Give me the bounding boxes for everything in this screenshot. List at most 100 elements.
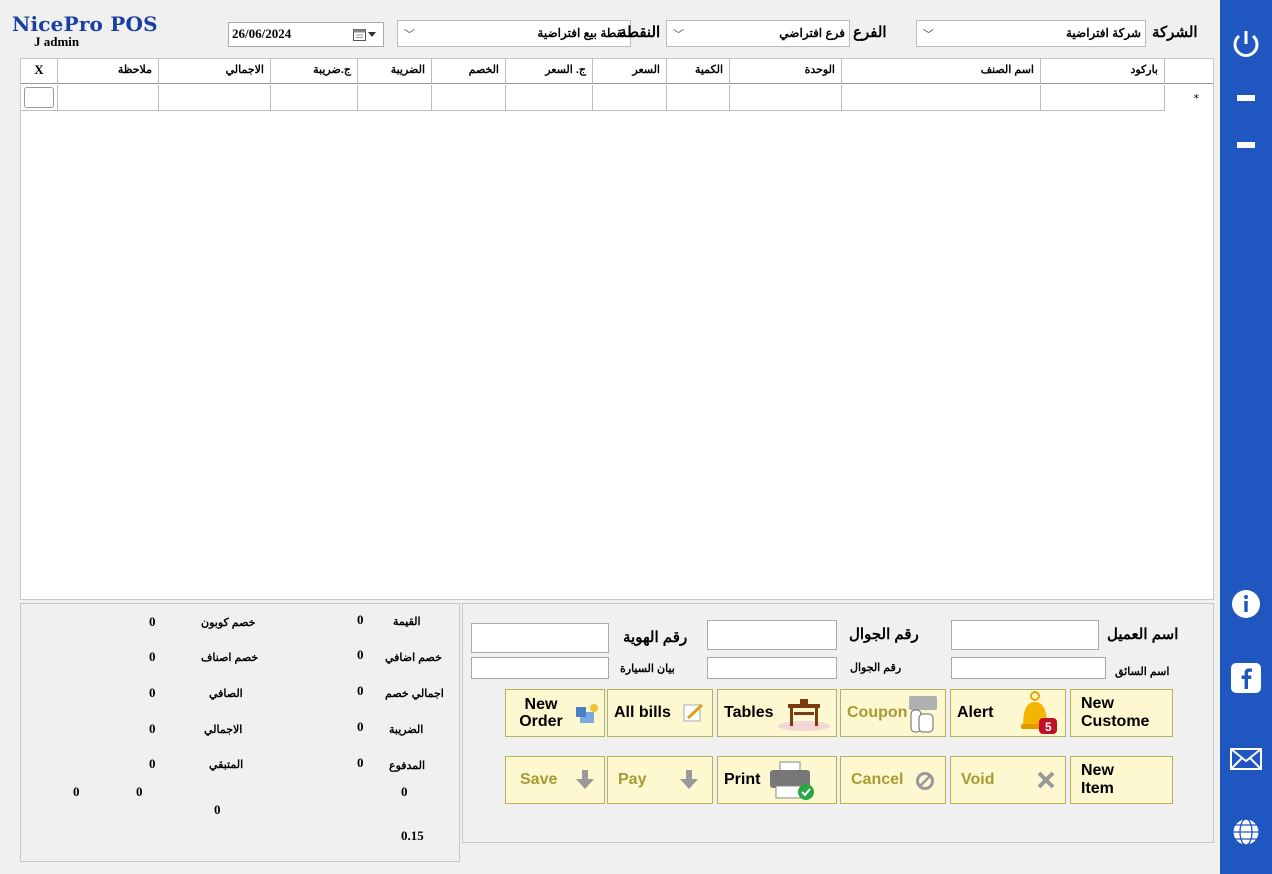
calendar-icon [353,28,366,41]
driver-name-input[interactable] [951,657,1106,679]
calendar-dropdown[interactable] [353,26,379,43]
totals-panel: خصم كوبون 0 خصم اصناف 0 الصافي 0 الاجمال… [20,603,460,862]
minimize-icon[interactable] [1237,95,1255,101]
col-unit[interactable]: الوحدة [729,59,841,84]
delete-row-button[interactable] [24,87,54,108]
row-total-cell[interactable] [158,85,270,111]
new-order-button[interactable]: New Order [505,689,605,737]
date-picker[interactable]: 26/06/2024 [228,22,384,47]
new-order-icon [576,704,598,723]
arrow-down-icon [576,770,594,789]
new-customer-button[interactable]: New Custome [1070,689,1173,737]
remaining-label: المتبقي [209,759,244,771]
net-label: الصافي [209,688,243,700]
col-note[interactable]: ملاحظة [57,59,158,84]
chevron-down-icon: ﹀ [673,28,684,41]
facebook-icon[interactable] [1226,658,1266,698]
customer-panel: رقم الهوية رقم الجوال اسم العميل بيان ال… [462,603,1214,843]
customer-name-input[interactable] [951,620,1099,650]
tax-rate-value: 0.15 [401,828,424,843]
save-button[interactable]: Save [505,756,605,804]
cancel-button[interactable]: Cancel [840,756,946,804]
col-quantity[interactable]: الكمية [666,59,729,84]
col-price-total[interactable]: ج. السعر [505,59,592,84]
col-discount[interactable]: الخصم [431,59,505,84]
total-value: 0 [149,721,156,736]
driver-mobile-input[interactable] [707,657,837,679]
printer-check-icon [770,761,814,800]
col-total[interactable]: الاجمالي [158,59,270,84]
tables-button[interactable]: Tables [717,689,837,737]
row-barcode-cell[interactable] [1040,85,1164,111]
mail-icon[interactable] [1226,739,1266,779]
total-discount-label: اجمالي خصم [385,688,444,700]
row-unit-cell[interactable] [729,85,841,111]
chevron-down-icon: ﹀ [923,28,934,41]
print-label: Print [724,771,761,788]
col-barcode[interactable]: باركود [1040,59,1164,84]
grid-header: X ملاحظة الاجمالي ج.ضريبة الضريبة الخصم … [21,59,1213,84]
coupon-hand-icon [909,696,937,733]
row-note-cell[interactable] [57,85,158,111]
car-info-label: بيان السيارة [620,663,675,675]
row-discount-cell[interactable] [431,85,505,111]
col-delete[interactable]: X [21,59,57,84]
new-customer-label: New Custome [1081,695,1150,730]
total-discount-value: 0 [357,683,364,698]
car-info-input[interactable] [471,657,609,679]
pay-button[interactable]: Pay [607,756,713,804]
company-select[interactable]: ﹀ شركة افتراضية [916,20,1146,47]
bell-icon [1021,691,1057,734]
row-tax-total-cell[interactable] [270,85,357,111]
id-number-input[interactable] [471,623,609,653]
extra-discount-value: 0 [357,647,364,662]
mobile-label: رقم الجوال [849,626,919,643]
row-price-total-cell[interactable] [505,85,592,111]
coupon-button[interactable]: Coupon [840,689,946,737]
app-logo: NicePro POS [12,12,158,36]
pos-label: النقطة [619,24,661,41]
extra-discount-label: خصم اضافي [385,652,442,664]
row-tax-cell[interactable] [357,85,431,111]
col-tax-total[interactable]: ج.ضريبة [270,59,357,84]
void-button[interactable]: Void [950,756,1066,804]
close-x-icon [1037,771,1055,789]
alert-button[interactable]: Alert 5 [950,689,1066,737]
branch-value: فرع افتراضي [779,26,845,40]
pos-value: نقطة بيع افتراضية [537,26,626,40]
new-item-button[interactable]: New Item [1070,756,1173,804]
branch-select[interactable]: ﹀ فرع افتراضي [666,20,850,47]
driver-name-label: اسم السائق [1115,666,1170,678]
cancel-circle-icon [916,772,934,790]
col-row-header [1164,59,1215,84]
row-price-cell[interactable] [592,85,666,111]
col-item-name[interactable]: اسم الصنف [841,59,1040,84]
coupon-discount-value: 0 [149,614,156,629]
pay-label: Pay [618,771,647,788]
info-icon[interactable] [1226,584,1266,624]
arrow-down-icon [680,770,698,789]
driver-mobile-label: رقم الجوال [850,662,902,674]
alert-label: Alert [957,704,994,721]
misc-value-c: 0 [214,802,221,817]
col-price[interactable]: السعر [592,59,666,84]
all-bills-button[interactable]: All bills [607,689,713,737]
caret-down-icon [368,31,376,37]
new-order-label: New Order [519,696,563,730]
items-grid[interactable]: X ملاحظة الاجمالي ج.ضريبة الضريبة الخصم … [20,58,1214,600]
col-tax[interactable]: الضريبة [357,59,431,84]
row-header-cell [1164,85,1215,111]
pos-select[interactable]: ﹀ نقطة بيع افتراضية [397,20,631,47]
mobile-input[interactable] [707,620,837,650]
power-icon[interactable] [1226,24,1266,64]
misc-value-d: 0 [401,784,408,799]
new-row-marker: * [1193,92,1200,105]
company-value: شركة افتراضية [1065,26,1141,40]
print-button[interactable]: Print [717,756,837,804]
restore-icon[interactable] [1237,142,1255,148]
row-quantity-cell[interactable] [666,85,729,111]
row-item-name-cell[interactable] [841,85,1040,111]
right-sidebar [1220,0,1272,874]
save-label: Save [520,771,558,788]
web-globe-icon[interactable] [1226,812,1266,852]
